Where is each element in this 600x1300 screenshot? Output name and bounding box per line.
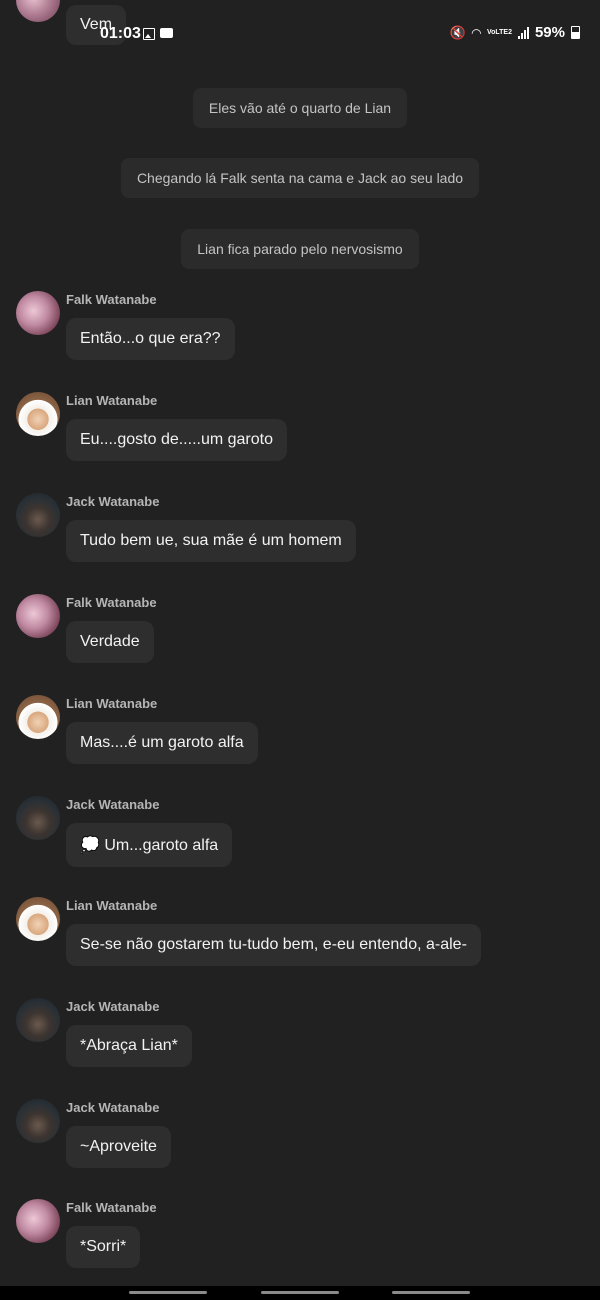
chat-message: Falk Watanabe Verdade xyxy=(0,594,600,684)
message-bubble[interactable]: 💭 Um...garoto alfa xyxy=(66,823,233,867)
message-bubble[interactable]: ~Aproveite xyxy=(66,1126,171,1168)
avatar-jack[interactable] xyxy=(16,796,60,840)
narration-row: Lian fica parado pelo nervosismo xyxy=(0,229,600,269)
chat-message: Jack Watanabe Tudo bem ue, sua mãe é um … xyxy=(0,493,600,583)
avatar-jack[interactable] xyxy=(16,1099,60,1143)
sender-name: Lian Watanabe xyxy=(66,898,158,913)
message-bubble[interactable]: *Sorri* xyxy=(66,1226,141,1268)
battery-icon xyxy=(571,26,580,39)
avatar-lian[interactable] xyxy=(16,897,60,941)
avatar-falk[interactable] xyxy=(16,1199,60,1243)
narration-text: Eles vão até o quarto de Lian xyxy=(192,88,408,128)
sender-name: Falk Watanabe xyxy=(66,1200,157,1215)
message-bubble[interactable]: Então...o que era?? xyxy=(66,318,235,360)
chat-message: Jack Watanabe 💭 Um...garoto alfa xyxy=(0,796,600,886)
nav-recents-handle[interactable] xyxy=(129,1291,207,1294)
sender-name: Lian Watanabe xyxy=(66,696,158,711)
nav-home-handle[interactable] xyxy=(261,1291,339,1294)
avatar-lian[interactable] xyxy=(16,392,60,436)
chat-message: Jack Watanabe *Abraça Lian* xyxy=(0,998,600,1088)
status-notification-icons xyxy=(143,28,173,40)
narration-row: Eles vão até o quarto de Lian xyxy=(0,88,600,128)
chat-message: Falk Watanabe Então...o que era?? xyxy=(0,291,600,381)
sender-name: Jack Watanabe xyxy=(66,999,160,1014)
sender-name: Falk Watanabe xyxy=(66,292,157,307)
battery-percent: 59% xyxy=(534,24,565,41)
avatar-jack[interactable] xyxy=(16,493,60,537)
narration-row: Chegando lá Falk senta na cama e Jack ao… xyxy=(0,158,600,198)
message-bubble[interactable]: Verdade xyxy=(66,621,154,663)
chat-screen: Vem 01:03 🔇 ◠ VoLTE2 59% Eles vão até o … xyxy=(0,0,600,1300)
message-bubble[interactable]: Mas....é um garoto alfa xyxy=(66,722,258,764)
sender-name: Jack Watanabe xyxy=(66,494,160,509)
sender-name: Falk Watanabe xyxy=(66,595,157,610)
sender-name: Jack Watanabe xyxy=(66,1100,160,1115)
sender-name: Jack Watanabe xyxy=(66,797,160,812)
chat-message: Lian Watanabe Mas....é um garoto alfa xyxy=(0,695,600,785)
signal-icon xyxy=(517,26,529,39)
chat-message: Jack Watanabe ~Aproveite xyxy=(0,1099,600,1189)
avatar-jack[interactable] xyxy=(16,998,60,1042)
avatar-falk[interactable] xyxy=(16,291,60,335)
message-bubble[interactable]: Tudo bem ue, sua mãe é um homem xyxy=(66,520,356,562)
narration-text: Chegando lá Falk senta na cama e Jack ao… xyxy=(120,158,480,198)
chat-message: Lian Watanabe Eu....gosto de.....um garo… xyxy=(0,392,600,482)
image-icon xyxy=(143,28,155,40)
chat-message: Lian Watanabe Se-se não gostarem tu-tudo… xyxy=(0,897,600,987)
message-bubble[interactable]: Se-se não gostarem tu-tudo bem, e-eu ent… xyxy=(66,924,481,966)
message-bubble[interactable]: *Abraça Lian* xyxy=(66,1025,192,1067)
status-bar: 01:03 🔇 ◠ VoLTE2 59% xyxy=(0,0,600,70)
network-label: VoLTE2 xyxy=(486,29,512,36)
status-time: 01:03 xyxy=(100,25,141,42)
navigation-bar xyxy=(0,1286,600,1300)
wifi-icon: ◠ xyxy=(471,25,481,40)
avatar-lian[interactable] xyxy=(16,695,60,739)
mute-icon: 🔇 xyxy=(449,24,466,40)
avatar-falk[interactable] xyxy=(16,594,60,638)
sender-name: Lian Watanabe xyxy=(66,393,158,408)
chat-message: Falk Watanabe *Sorri* xyxy=(0,1199,600,1289)
nav-back-handle[interactable] xyxy=(392,1291,470,1294)
narration-text: Lian fica parado pelo nervosismo xyxy=(181,229,419,269)
message-bubble[interactable]: Eu....gosto de.....um garoto xyxy=(66,419,287,461)
notification-box-icon xyxy=(160,28,173,38)
status-system-icons: 🔇 ◠ VoLTE2 59% xyxy=(450,24,580,41)
